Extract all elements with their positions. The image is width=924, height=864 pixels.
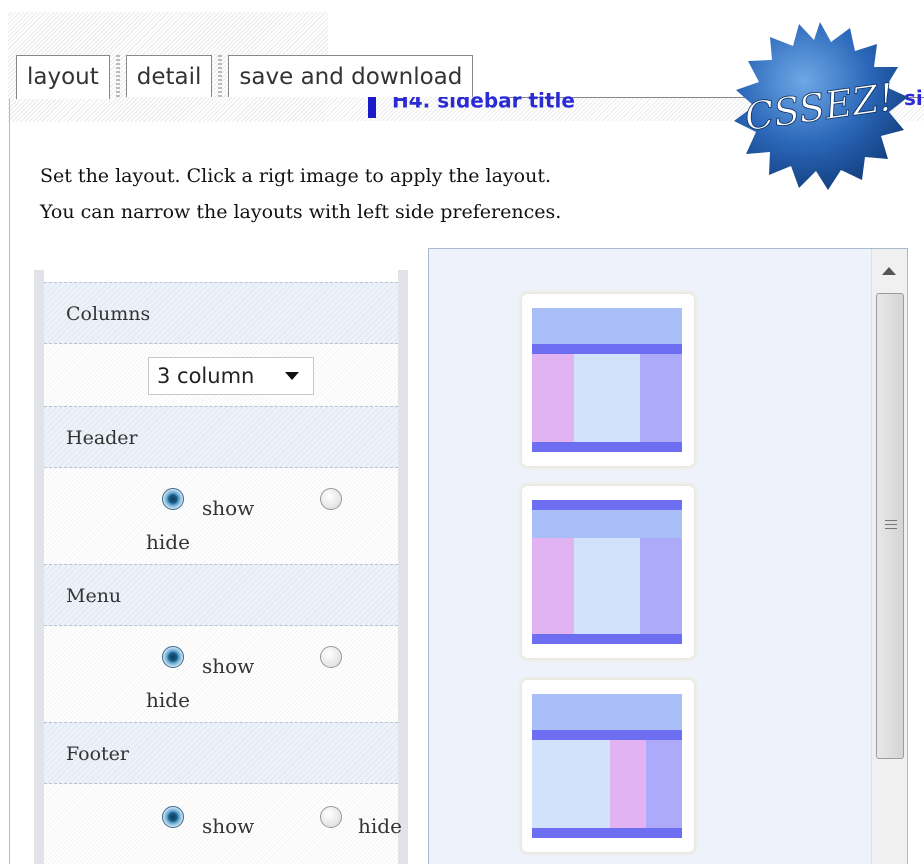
tab-layout[interactable]: layout: [16, 55, 110, 99]
footer-heading: Footer: [44, 722, 398, 784]
thumb-menu-bar: [532, 730, 682, 740]
intro-line-1: Set the layout. Click a rigt image to ap…: [40, 165, 551, 187]
thumb-footer-bar: [532, 442, 682, 452]
thumb-header-block: [532, 308, 682, 344]
footer-show-label: show: [202, 814, 255, 838]
header-show-radio[interactable]: [162, 488, 184, 510]
tab-separator: [218, 55, 223, 97]
thumb-left-column: [532, 538, 574, 634]
intro-text: Set the layout. Click a rigt image to ap…: [40, 158, 561, 230]
thumb-main-column: [532, 740, 610, 828]
tab-bar: layout detail save and download: [16, 55, 474, 99]
footer-hide-radio[interactable]: [320, 806, 342, 828]
header-heading: Header: [44, 406, 398, 468]
thumb-menu-bar: [532, 344, 682, 354]
scrollbar-thumb[interactable]: [876, 293, 904, 759]
thumb-right-column: [646, 740, 682, 828]
preferences-panel: Columns 3 column Header show hide Menu s…: [34, 270, 408, 864]
layout-option-1[interactable]: [521, 293, 695, 467]
footer-hide-label: hide: [358, 814, 402, 838]
intro-line-2: You can narrow the layouts with left sid…: [40, 201, 562, 223]
content-border: [9, 98, 10, 864]
thumb-header-block: [532, 694, 682, 730]
layout-thumbnail: [532, 694, 682, 840]
chevron-down-icon: [285, 372, 299, 380]
tab-save-and-download[interactable]: save and download: [228, 55, 474, 97]
columns-select[interactable]: 3 column: [148, 357, 314, 395]
grip-icon: [885, 520, 897, 532]
vertical-scrollbar[interactable]: [871, 249, 907, 864]
footer-show-radio[interactable]: [162, 806, 184, 828]
layout-thumbnail: [532, 500, 682, 646]
menu-show-label: show: [202, 654, 255, 678]
thumb-footer-bar: [532, 634, 682, 644]
tab-detail[interactable]: detail: [125, 55, 213, 97]
thumb-right-column: [640, 354, 682, 442]
columns-heading: Columns: [44, 282, 398, 344]
layout-option-2[interactable]: [521, 485, 695, 659]
thumb-header-block: [532, 510, 682, 538]
columns-select-value: 3 column: [157, 364, 255, 388]
thumb-left-column: [610, 740, 646, 828]
layout-thumbnail: [532, 308, 682, 454]
thumb-main-column: [574, 538, 640, 634]
thumb-footer-bar: [532, 828, 682, 838]
menu-hide-radio[interactable]: [320, 646, 342, 668]
header-show-label: show: [202, 496, 255, 520]
layout-option-3[interactable]: [521, 679, 695, 853]
header-hide-radio[interactable]: [320, 488, 342, 510]
header-hide-label: hide: [146, 530, 190, 554]
footer-section: show hide: [44, 784, 402, 864]
menu-heading: Menu: [44, 564, 398, 626]
header-section: show hide: [44, 468, 398, 564]
thumb-right-column: [640, 538, 682, 634]
menu-hide-label: hide: [146, 688, 190, 712]
thumb-left-column: [532, 354, 574, 442]
thumb-main-column: [574, 354, 640, 442]
tab-separator: [115, 55, 120, 97]
panel-top-gap: [44, 270, 398, 282]
menu-section: show hide: [44, 626, 398, 722]
cssez-badge-logo: CSSEZ!: [734, 22, 908, 190]
thumb-menu-bar: [532, 500, 682, 510]
layout-preview-list[interactable]: [428, 248, 908, 864]
columns-section: 3 column: [44, 344, 398, 406]
scroll-up-arrow-icon[interactable]: [882, 267, 896, 275]
menu-show-radio[interactable]: [162, 646, 184, 668]
